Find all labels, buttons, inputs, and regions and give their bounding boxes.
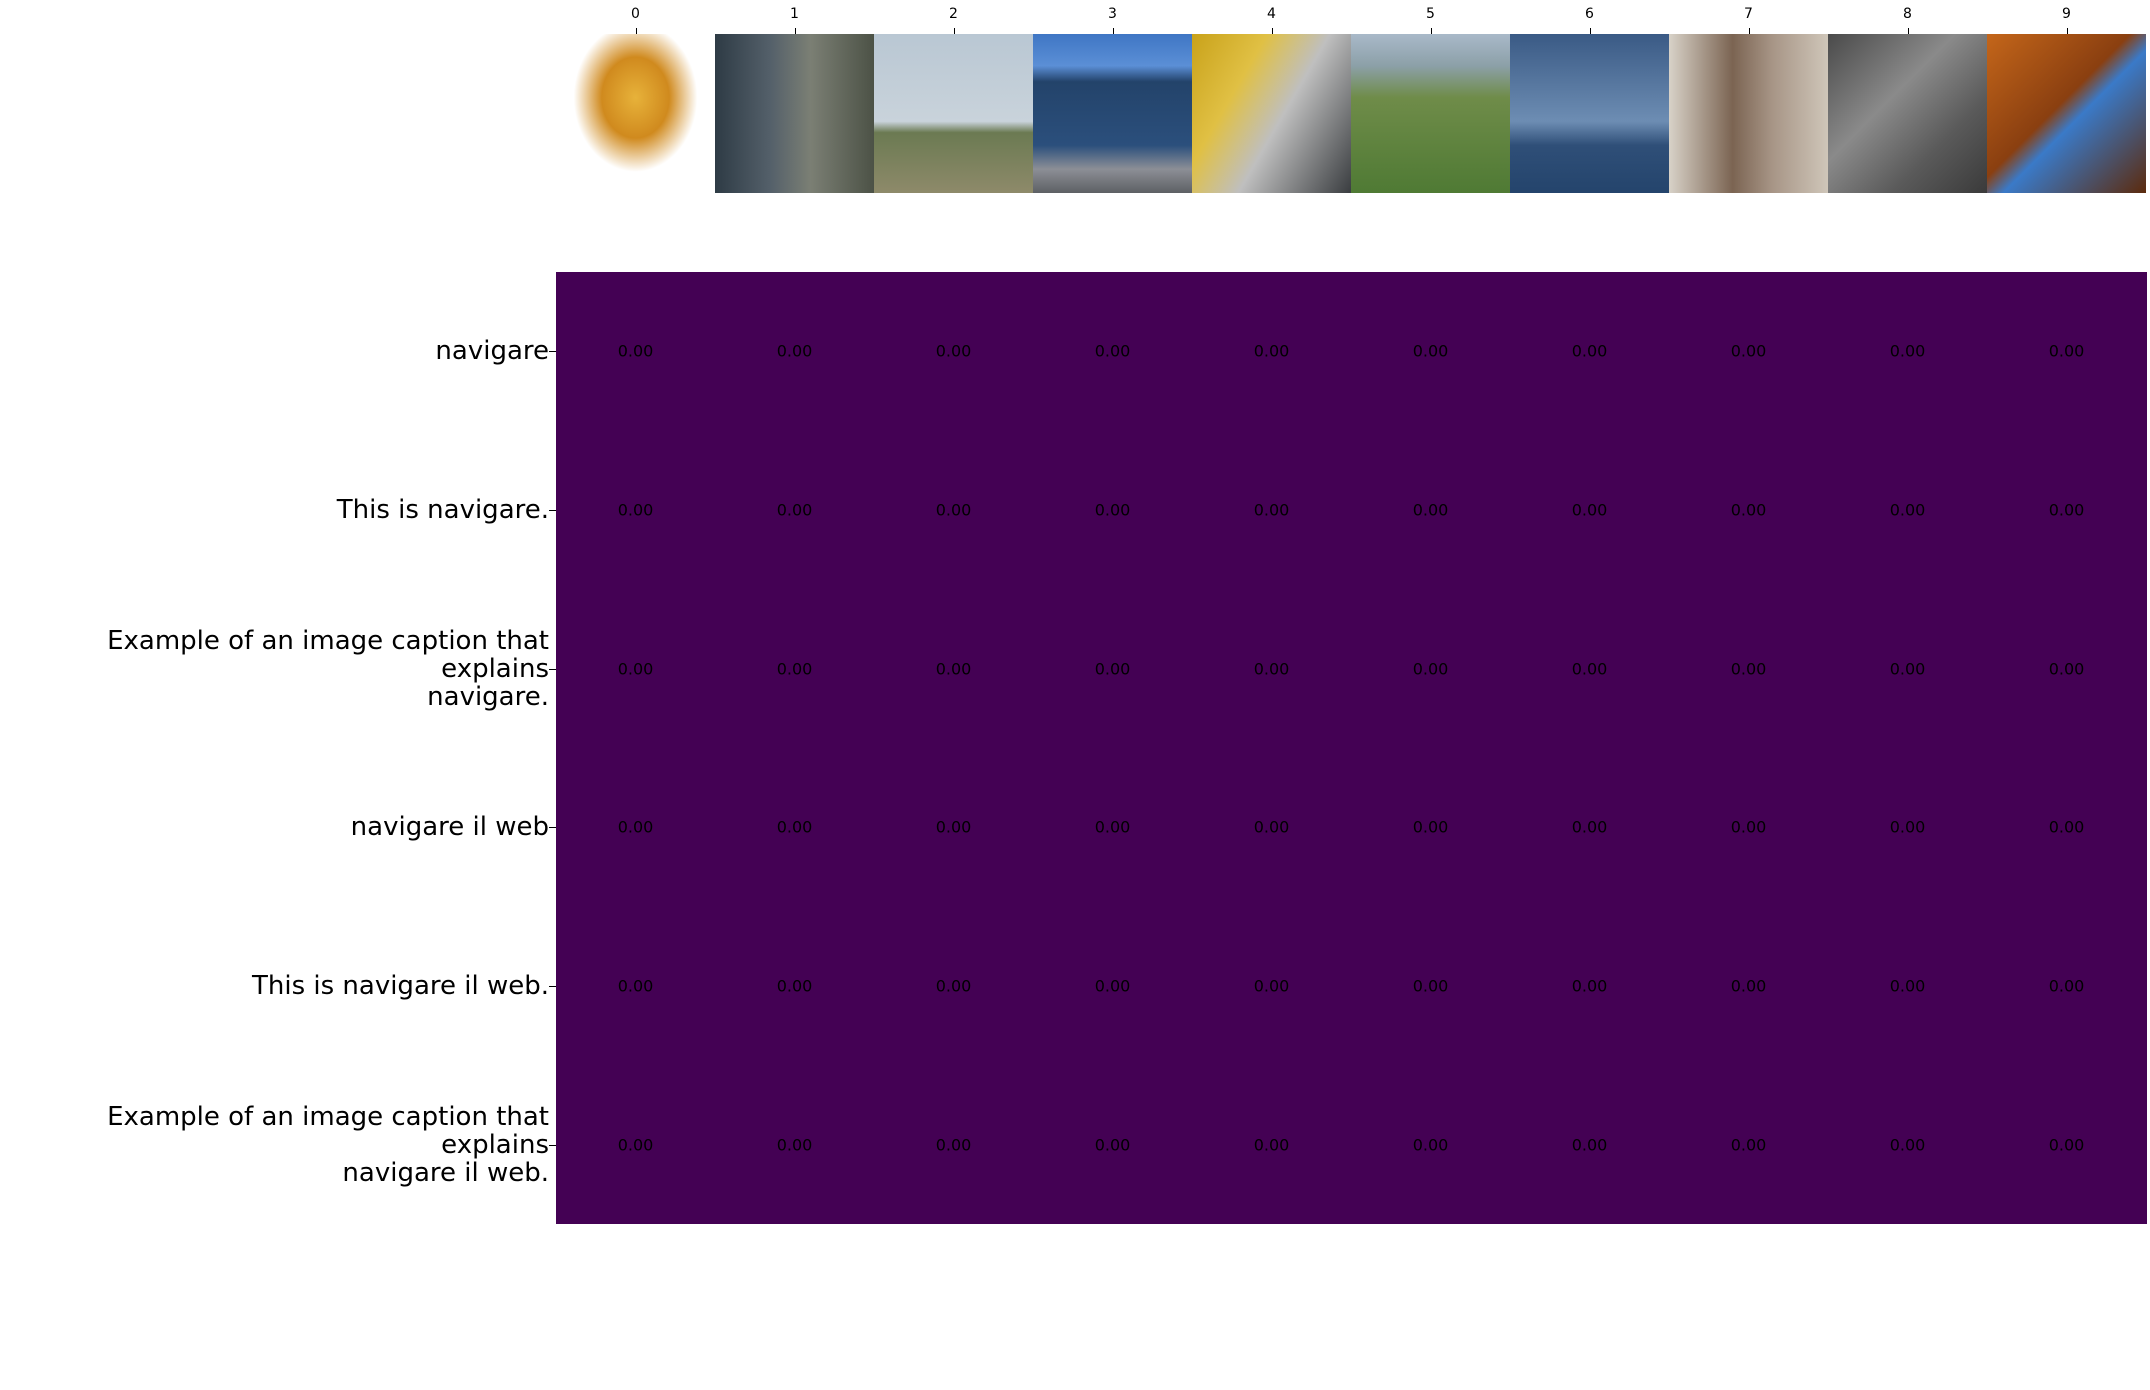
row-tick-label: Example of an image caption that explain… bbox=[107, 625, 549, 712]
cell-value-label: 0.00 bbox=[1571, 817, 1608, 837]
column-thumbnail-image bbox=[1351, 34, 1510, 193]
cell-value-label: 0.00 bbox=[2048, 1135, 2085, 1155]
cell-value-label: 0.00 bbox=[1412, 659, 1449, 679]
column-thumbnail-image bbox=[556, 34, 715, 193]
cell-value-label: 0.00 bbox=[935, 1135, 972, 1155]
column-tick-label: 9 bbox=[2062, 6, 2071, 22]
cell-value-label: 0.00 bbox=[776, 817, 813, 837]
cell-value-label: 0.00 bbox=[1571, 659, 1608, 679]
column-thumbnail-image bbox=[874, 34, 1033, 193]
cell-value-label: 0.00 bbox=[2048, 341, 2085, 361]
cell-value-label: 0.00 bbox=[2048, 500, 2085, 520]
column-tick-label: 2 bbox=[949, 6, 958, 22]
column-tick-label: 3 bbox=[1108, 6, 1117, 22]
cell-value-label: 0.00 bbox=[1730, 1135, 1767, 1155]
cell-value-label: 0.00 bbox=[776, 341, 813, 361]
cell-value-label: 0.00 bbox=[1571, 976, 1608, 996]
row-tick-label: This is navigare il web. bbox=[251, 971, 549, 1001]
cell-value-label: 0.00 bbox=[1253, 659, 1290, 679]
cell-value-label: 0.00 bbox=[1253, 817, 1290, 837]
cell-value-label: 0.00 bbox=[1094, 1135, 1131, 1155]
row-tick-label: navigare bbox=[435, 336, 549, 367]
row-tick-label: Example of an image caption that explain… bbox=[107, 1101, 549, 1188]
column-tick-label: 8 bbox=[1903, 6, 1912, 22]
row-tick bbox=[549, 986, 556, 987]
column-tick-label: 1 bbox=[790, 6, 799, 22]
cell-value-label: 0.00 bbox=[935, 659, 972, 679]
cell-value-label: 0.00 bbox=[1889, 500, 1926, 520]
cell-value-label: 0.00 bbox=[1889, 659, 1926, 679]
cell-value-label: 0.00 bbox=[935, 817, 972, 837]
row-tick bbox=[549, 668, 556, 670]
row-tick bbox=[549, 1144, 556, 1146]
cell-value-label: 0.00 bbox=[1889, 817, 1926, 837]
cell-value-label: 0.00 bbox=[1412, 500, 1449, 520]
column-thumbnail-image bbox=[1510, 34, 1669, 193]
cell-value-label: 0.00 bbox=[1889, 976, 1926, 996]
column-thumbnail-image bbox=[1828, 34, 1987, 193]
cell-value-label: 0.00 bbox=[617, 1135, 654, 1155]
cell-value-label: 0.00 bbox=[1094, 500, 1131, 520]
cell-value-label: 0.00 bbox=[1571, 341, 1608, 361]
cell-value-label: 0.00 bbox=[1571, 1135, 1608, 1155]
cell-value-label: 0.00 bbox=[1253, 976, 1290, 996]
row-tick-label: This is navigare. bbox=[336, 495, 549, 525]
row-tick-label: navigare il web bbox=[350, 812, 549, 843]
column-thumbnail-image bbox=[715, 34, 874, 193]
cell-value-label: 0.00 bbox=[1730, 500, 1767, 520]
column-tick-label: 6 bbox=[1585, 6, 1594, 22]
cell-value-label: 0.00 bbox=[1253, 500, 1290, 520]
cell-value-label: 0.00 bbox=[1412, 817, 1449, 837]
cell-value-label: 0.00 bbox=[617, 500, 654, 520]
cell-value-label: 0.00 bbox=[1094, 341, 1131, 361]
cell-value-label: 0.00 bbox=[776, 659, 813, 679]
cell-value-label: 0.00 bbox=[1730, 976, 1767, 996]
cell-value-label: 0.00 bbox=[1889, 1135, 1926, 1155]
column-tick-label: 4 bbox=[1267, 6, 1276, 22]
cell-value-label: 0.00 bbox=[2048, 976, 2085, 996]
cell-value-label: 0.00 bbox=[1094, 659, 1131, 679]
cell-value-label: 0.00 bbox=[617, 659, 654, 679]
cell-value-label: 0.00 bbox=[1094, 817, 1131, 837]
cell-value-label: 0.00 bbox=[617, 817, 654, 837]
cell-value-label: 0.00 bbox=[1730, 341, 1767, 361]
column-tick-label: 0 bbox=[631, 6, 640, 22]
cell-value-label: 0.00 bbox=[776, 976, 813, 996]
column-thumbnail-image bbox=[1192, 34, 1351, 193]
cell-value-label: 0.00 bbox=[1889, 341, 1926, 361]
cell-value-label: 0.00 bbox=[1412, 341, 1449, 361]
row-tick bbox=[549, 510, 556, 511]
cell-value-label: 0.00 bbox=[935, 341, 972, 361]
cell-value-label: 0.00 bbox=[1730, 659, 1767, 679]
cell-value-label: 0.00 bbox=[617, 976, 654, 996]
cell-value-label: 0.00 bbox=[776, 500, 813, 520]
column-tick-label: 7 bbox=[1744, 6, 1753, 22]
row-tick bbox=[549, 351, 556, 353]
cell-value-label: 0.00 bbox=[1571, 500, 1608, 520]
cell-value-label: 0.00 bbox=[617, 341, 654, 361]
column-tick-label: 5 bbox=[1426, 6, 1435, 22]
cell-value-label: 0.00 bbox=[935, 500, 972, 520]
column-thumbnail-image bbox=[1033, 34, 1192, 193]
cell-value-label: 0.00 bbox=[776, 1135, 813, 1155]
column-thumbnail-image bbox=[1669, 34, 1828, 193]
row-tick bbox=[549, 827, 556, 829]
column-thumbnail-image bbox=[1987, 34, 2146, 193]
cell-value-label: 0.00 bbox=[1730, 817, 1767, 837]
cell-value-label: 0.00 bbox=[1253, 1135, 1290, 1155]
heatmap-grid: 0.00 0.00 0.00 0.00 0.00 0.00 0.00 0.00 0.00 0.00… bbox=[556, 272, 2147, 1225]
cell-value-label: 0.00 bbox=[935, 976, 972, 996]
cell-value-label: 0.00 bbox=[2048, 659, 2085, 679]
cell-value-label: 0.00 bbox=[2048, 817, 2085, 837]
cell-value-label: 0.00 bbox=[1412, 1135, 1449, 1155]
heatmap-figure: 0 1 2 3 4 5 6 7 8 9 navigare This is navigare. Exam… bbox=[0, 0, 2150, 1390]
cell-value-label: 0.00 bbox=[1253, 341, 1290, 361]
cell-value-label: 0.00 bbox=[1094, 976, 1131, 996]
cell-value-label: 0.00 bbox=[1412, 976, 1449, 996]
